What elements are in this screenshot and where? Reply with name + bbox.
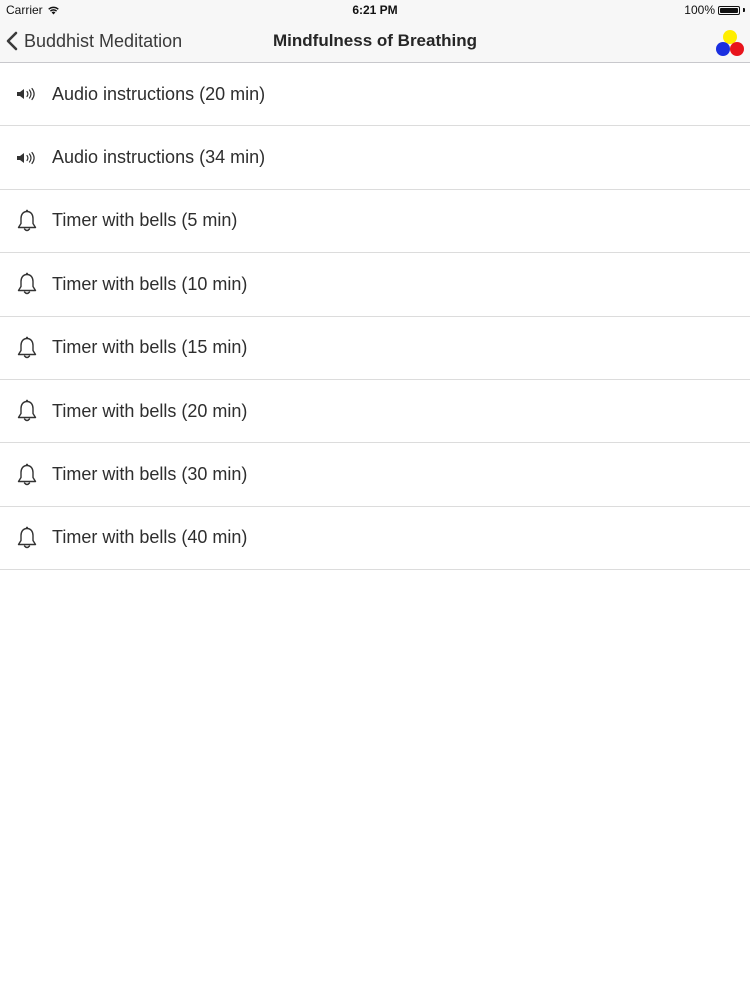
list-item[interactable]: Audio instructions (20 min) [0, 63, 750, 127]
list-item-label: Timer with bells (10 min) [52, 273, 248, 294]
list-item[interactable]: Timer with bells (5 min) [0, 189, 750, 254]
session-list: Audio instructions (20 min) Audio instruc… [0, 63, 750, 571]
status-time: 6:21 PM [352, 3, 398, 17]
battery-percent: 100% [684, 3, 715, 17]
list-item[interactable]: Timer with bells (40 min) [0, 506, 750, 571]
status-battery: 100% [684, 3, 745, 17]
bell-icon [14, 271, 40, 297]
battery-icon [718, 5, 740, 15]
logo-blue-dot [716, 42, 730, 56]
list-item[interactable]: Audio instructions (34 min) [0, 126, 750, 190]
bell-icon [14, 335, 40, 361]
list-item[interactable]: Timer with bells (30 min) [0, 443, 750, 507]
list-item-label: Audio instructions (34 min) [52, 147, 266, 168]
list-item[interactable]: Timer with bells (20 min) [0, 379, 750, 444]
list-item[interactable]: Timer with bells (10 min) [0, 253, 750, 317]
list-item-label: Timer with bells (20 min) [52, 400, 248, 421]
speaker-icon [14, 145, 40, 171]
bell-icon [14, 398, 40, 424]
chevron-left-icon [6, 31, 18, 51]
bell-icon [14, 462, 40, 488]
list-item-label: Audio instructions (20 min) [52, 83, 266, 104]
navigation-bar: Buddhist Meditation Mindfulness of Breat… [0, 20, 750, 63]
speaker-icon [14, 81, 40, 107]
bell-icon [14, 208, 40, 234]
battery-fill [720, 7, 738, 13]
list-item[interactable]: Timer with bells (15 min) [0, 316, 750, 380]
logo-red-dot [730, 42, 744, 56]
back-button[interactable]: Buddhist Meditation [6, 20, 182, 62]
app-logo-icon[interactable] [714, 29, 746, 57]
list-item-label: Timer with bells (5 min) [52, 210, 238, 231]
bell-icon [14, 525, 40, 551]
status-bar: Carrier 6:21 PM 100% [0, 0, 750, 20]
battery-cap [743, 8, 745, 12]
empty-area [0, 571, 750, 1000]
back-button-label: Buddhist Meditation [24, 30, 183, 51]
list-item-label: Timer with bells (15 min) [52, 337, 248, 358]
logo-yellow-dot [723, 30, 737, 44]
list-item-label: Timer with bells (30 min) [52, 464, 248, 485]
list-item-label: Timer with bells (40 min) [52, 527, 248, 548]
